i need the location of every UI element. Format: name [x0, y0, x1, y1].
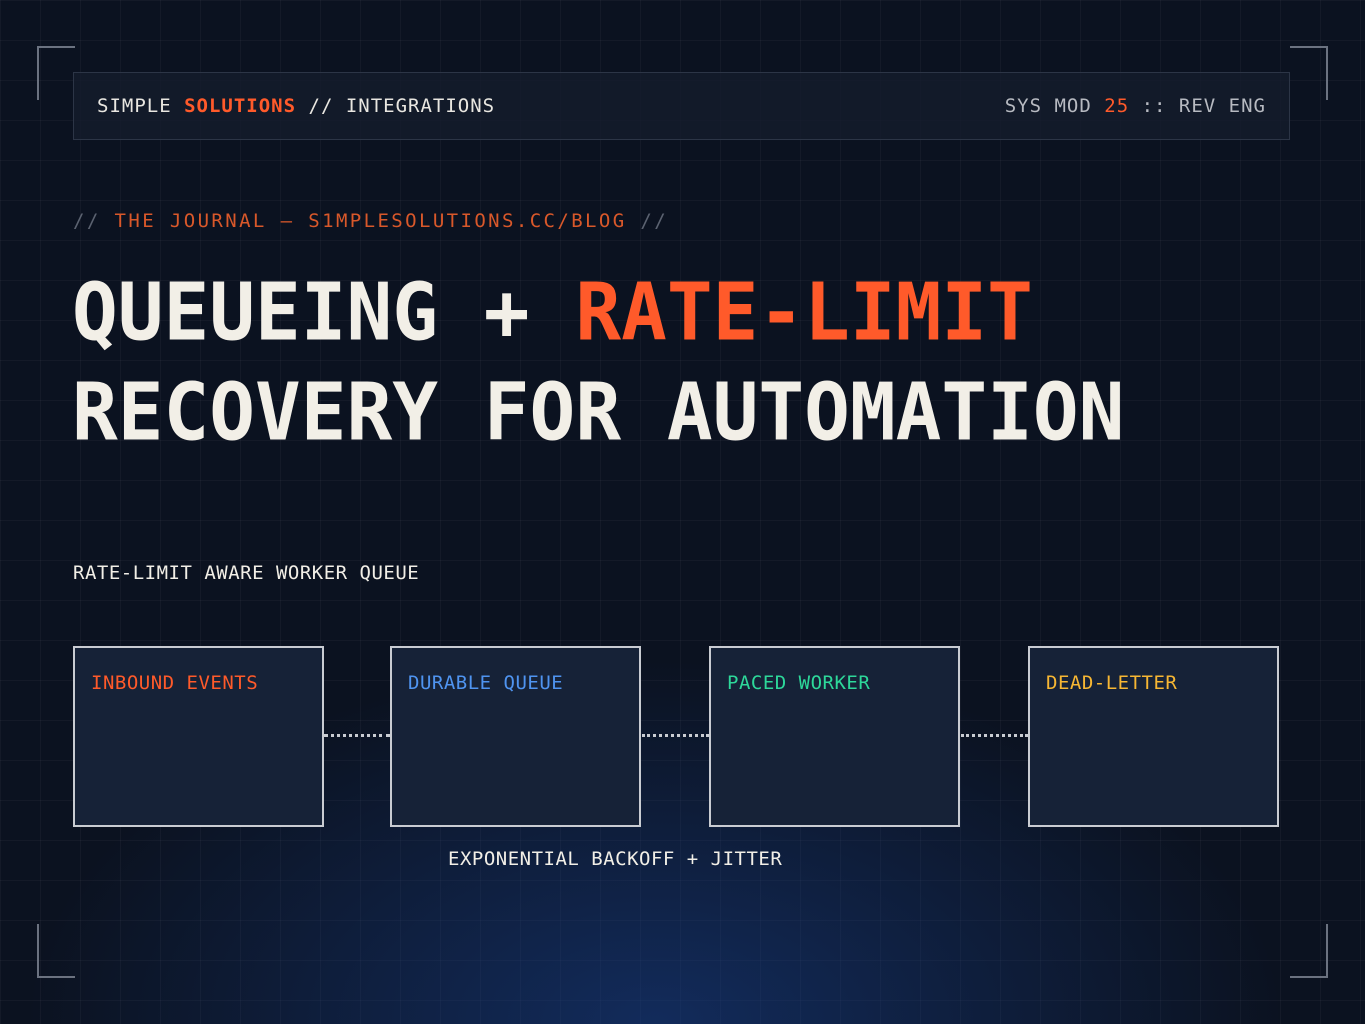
journal-close-slash: //	[640, 210, 669, 232]
node-label: DURABLE QUEUE	[408, 672, 564, 694]
brand: SIMPLE SOLUTIONS // INTEGRATIONS	[97, 95, 495, 117]
connector-queue-to-worker	[642, 734, 709, 737]
node-label: INBOUND EVENTS	[91, 672, 259, 694]
title-line2: RECOVERY FOR AUTOMATION	[72, 364, 1125, 459]
sys-prefix: SYS MOD	[1004, 95, 1092, 117]
corner-bracket-top-left	[37, 46, 75, 100]
node-dead-letter: DEAD-LETTER	[1028, 646, 1279, 827]
journal-text: THE JOURNAL — S1MPLESOLUTIONS.CC/BLOG	[114, 210, 627, 232]
node-paced-worker: PACED WORKER	[709, 646, 960, 827]
corner-bracket-top-right	[1290, 46, 1328, 100]
brand-rest: // INTEGRATIONS	[308, 95, 496, 117]
corner-bracket-bottom-right	[1290, 924, 1328, 978]
connector-inbound-to-queue	[324, 734, 390, 737]
title-line1-part1: QUEUEING +	[72, 265, 530, 359]
diagram-label: RATE-LIMIT AWARE WORKER QUEUE	[73, 562, 420, 584]
brand-accent: SOLUTIONS	[184, 95, 297, 117]
journal-tagline: // THE JOURNAL — S1MPLESOLUTIONS.CC/BLOG…	[73, 210, 668, 232]
corner-bracket-bottom-left	[37, 924, 75, 978]
brand-first: SIMPLE	[97, 95, 172, 117]
system-module-tag: SYS MOD 25 :: REV ENG	[1005, 95, 1266, 117]
title-line1-highlight: RATE-LIMIT	[575, 265, 1033, 359]
node-inbound-events: INBOUND EVENTS	[73, 646, 324, 827]
node-label: PACED WORKER	[727, 672, 871, 694]
journal-open-slash: //	[73, 210, 101, 232]
sys-number: 25	[1104, 95, 1130, 117]
header-bar: SIMPLE SOLUTIONS // INTEGRATIONS SYS MOD…	[73, 72, 1290, 140]
page-title: QUEUEING + RATE-LIMIT RECOVERY FOR AUTOM…	[72, 262, 1124, 462]
connector-worker-to-dead-letter	[961, 734, 1028, 737]
sys-suffix: :: REV ENG	[1141, 95, 1266, 117]
diagram-caption: EXPONENTIAL BACKOFF + JITTER	[448, 848, 783, 870]
node-label: DEAD-LETTER	[1046, 672, 1178, 694]
node-durable-queue: DURABLE QUEUE	[390, 646, 641, 827]
